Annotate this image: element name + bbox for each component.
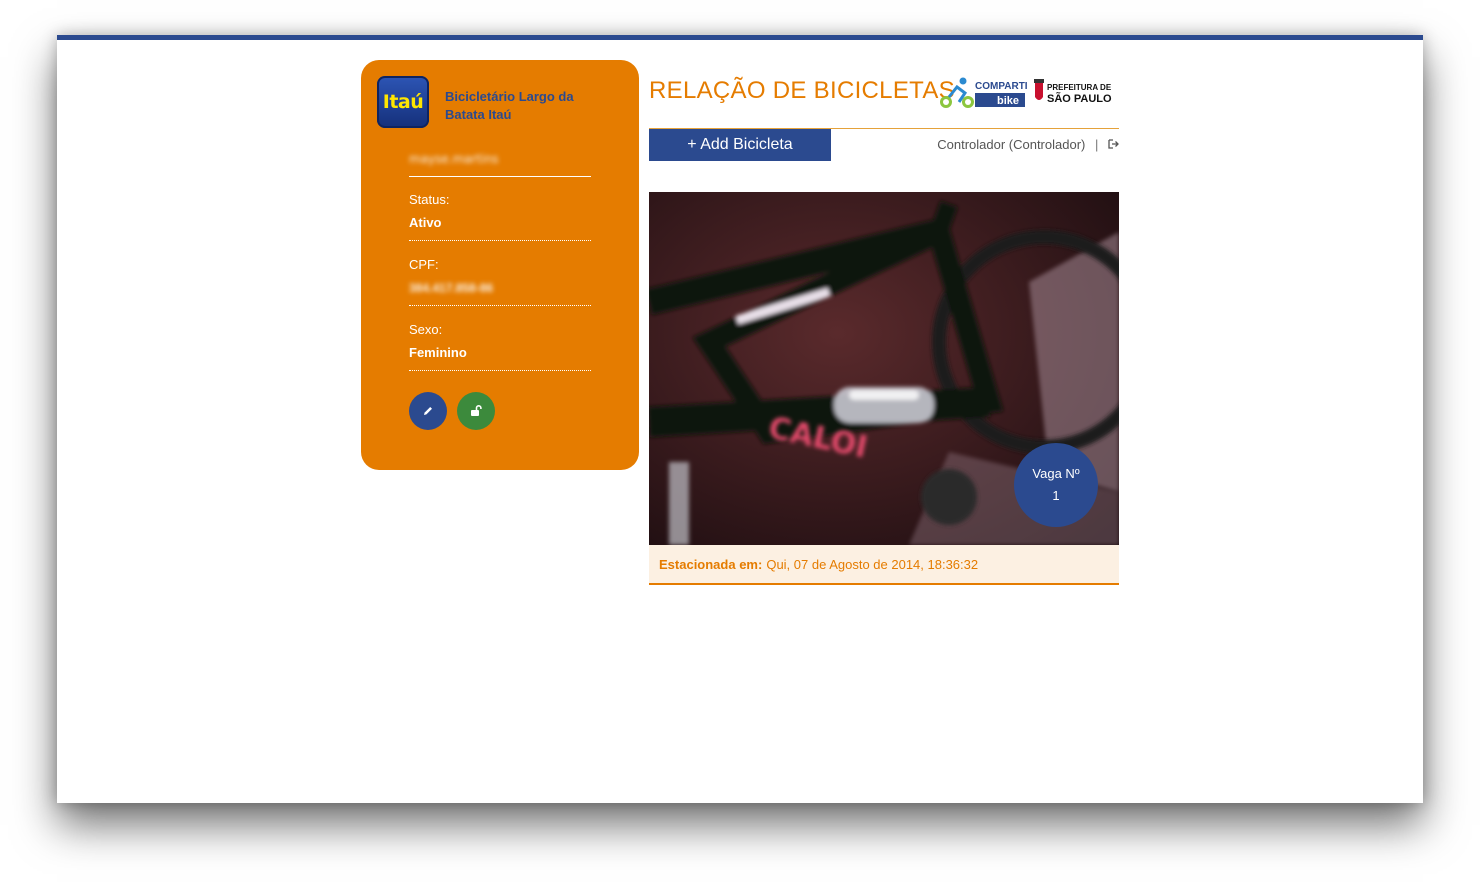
user-name: mayse.martins (409, 148, 591, 177)
edit-button[interactable] (409, 392, 447, 430)
parked-label: Estacionada em: (659, 556, 763, 572)
compartibike-logo: COMPARTI bike (940, 77, 1028, 108)
top-accent-bar (57, 35, 1423, 40)
station-name: Bicicletário Largo da Batata Itaú (445, 89, 574, 122)
status-field: Status: Ativo (409, 191, 591, 241)
logout-icon[interactable] (1108, 138, 1119, 152)
compartibike-top-text: COMPARTI (975, 81, 1028, 92)
user-profile-card: Itaú Bicicletário Largo da Batata Itaú m… (361, 60, 639, 470)
page-title: RELAÇÃO DE BICICLETAS (649, 77, 955, 104)
status-value: Ativo (409, 215, 442, 230)
itau-logo: Itaú (377, 76, 429, 128)
user-menu: Controlador (Controlador) | (937, 137, 1119, 152)
app-window: Itaú Bicicletário Largo da Batata Itaú m… (57, 35, 1423, 803)
cpf-label: CPF: (409, 257, 439, 272)
partner-logos: COMPARTI bike PREFEITURA DE SÃO PAULO (940, 77, 1112, 108)
cpf-field: CPF: 384.417.858-86 (409, 256, 591, 306)
prefeitura-top-text: PREFEITURA DE (1047, 83, 1112, 92)
pencil-icon (424, 407, 432, 415)
status-label: Status: (409, 192, 450, 207)
menu-separator: | (1094, 137, 1099, 152)
cpf-value: 384.417.858-86 (409, 281, 494, 295)
compartibike-bottom-text: bike (997, 95, 1019, 107)
user-name-value: mayse.martins (409, 152, 499, 166)
parked-timestamp: Estacionada em: Qui, 07 de Agosto de 201… (649, 545, 1119, 585)
sexo-field: Sexo: Feminino (409, 321, 591, 371)
prefeitura-bottom-text: SÃO PAULO (1047, 92, 1112, 105)
parking-spot-badge: Vaga Nº 1 (1014, 443, 1098, 527)
unlock-button[interactable] (457, 392, 495, 430)
unlock-icon (471, 405, 482, 416)
sexo-label: Sexo: (409, 322, 443, 337)
user-role-link[interactable]: Controlador (Controlador) (937, 137, 1085, 152)
add-bicycle-button[interactable]: + Add Bicicleta (649, 129, 831, 161)
vaga-label: Vaga Nº (1032, 466, 1080, 481)
parked-value: Qui, 07 de Agosto de 2014, 18:36:32 (766, 556, 979, 572)
sexo-value: Feminino (409, 345, 467, 360)
prefeitura-sp-logo: PREFEITURA DE SÃO PAULO (1034, 79, 1112, 105)
vaga-number: 1 (1052, 488, 1060, 503)
